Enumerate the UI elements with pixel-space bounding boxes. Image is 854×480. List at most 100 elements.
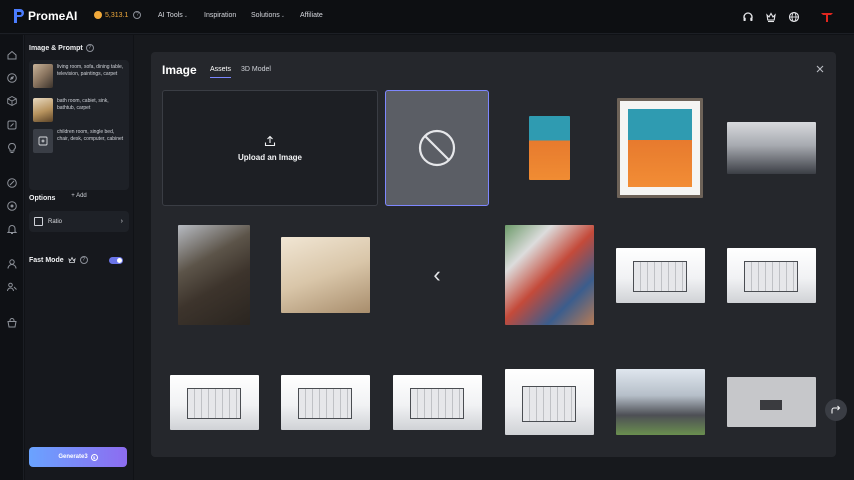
- modal-title: Image: [162, 63, 197, 77]
- prompt-item-bath-room[interactable]: bath room, cabiet, sink, bathtub, carpet: [33, 98, 127, 126]
- cube-icon[interactable]: [6, 95, 18, 107]
- asset-thumbnail: [615, 247, 705, 303]
- left-icon-rail: [0, 35, 24, 480]
- prompt-item-living-room[interactable]: living room, sofa, dining table, televis…: [33, 64, 127, 92]
- palette-icon[interactable]: [6, 200, 18, 212]
- chevron-down-icon: ⌄: [183, 13, 188, 19]
- asset-image-framed-painting[interactable]: [608, 90, 712, 206]
- asset-thumbnail: [169, 374, 259, 430]
- prompt-thumbnail: [33, 98, 53, 122]
- brand-name: PromeAI: [28, 9, 78, 23]
- asset-image-house-sketch[interactable]: [385, 344, 489, 450]
- asset-image-house-sketch[interactable]: [608, 217, 712, 333]
- coin-icon: $: [90, 453, 98, 461]
- image-prompt-section-title: Image & Prompt ?: [29, 44, 94, 52]
- edit-icon[interactable]: [6, 119, 18, 131]
- upload-image-button[interactable]: Upload an Image: [162, 90, 378, 206]
- bulb-icon[interactable]: [6, 142, 18, 154]
- top-navigation-bar: PromeAI 5,313.1 ? AI Tools⌄ Inspiration …: [0, 0, 854, 34]
- crown-icon[interactable]: [765, 11, 777, 23]
- shop-icon[interactable]: [6, 317, 18, 329]
- asset-image-building-collage[interactable]: [497, 217, 601, 333]
- add-image-thumbnail[interactable]: [33, 129, 53, 153]
- prompt-text: bath room, cabiet, sink, bathtub, carpet: [57, 98, 109, 111]
- asset-image-house-sketch[interactable]: [273, 344, 377, 450]
- help-icon[interactable]: ?: [85, 44, 94, 52]
- prompt-text: children room, single bed, chair, desk, …: [57, 129, 124, 142]
- asset-image-house-render[interactable]: [608, 344, 712, 450]
- asset-image-gray-model[interactable]: [719, 344, 823, 450]
- nav-solutions[interactable]: Solutions⌄: [251, 12, 285, 19]
- user-avatar-icon[interactable]: [820, 11, 834, 23]
- asset-thumbnail: [528, 116, 570, 180]
- nav-inspiration-label: Inspiration: [204, 12, 237, 19]
- compass-icon[interactable]: [6, 177, 18, 189]
- upload-icon: [264, 135, 276, 146]
- asset-thumbnail: [615, 369, 705, 435]
- bell-icon[interactable]: [6, 223, 18, 235]
- upload-label: Upload an Image: [237, 152, 302, 162]
- share-button[interactable]: [825, 399, 847, 421]
- tab-assets[interactable]: Assets: [210, 66, 232, 78]
- generate-label: Generate3: [58, 454, 88, 460]
- tab-3d-model[interactable]: 3D Model: [241, 66, 271, 73]
- asset-image-building-lineart[interactable]: [497, 344, 601, 450]
- asset-thumbnail: [280, 374, 370, 430]
- chevron-right-icon: ›: [120, 218, 123, 225]
- generate-button[interactable]: Generate3 $: [29, 447, 127, 467]
- asset-thumbnail: [504, 225, 594, 325]
- prompt-item-children-room[interactable]: children room, single bed, chair, desk, …: [33, 129, 127, 157]
- asset-image-dark-living-room[interactable]: [162, 217, 266, 333]
- nav-inspiration[interactable]: Inspiration: [204, 12, 236, 19]
- nav-ai-tools-label: AI Tools: [158, 12, 183, 19]
- help-icon[interactable]: ?: [79, 256, 88, 264]
- asset-thumbnail: [726, 122, 816, 174]
- generation-sidebar: Image & Prompt ? living room, sofa, dini…: [25, 35, 133, 480]
- share-icon: [831, 405, 841, 414]
- asset-image-house-sketch[interactable]: [162, 344, 266, 450]
- crown-icon: [68, 256, 76, 263]
- no-image-icon: [418, 129, 456, 167]
- chevron-left-icon: ‹: [433, 262, 441, 287]
- asset-thumbnail: [726, 247, 816, 303]
- asset-thumbnail: [726, 377, 816, 427]
- nav-ai-tools[interactable]: AI Tools⌄: [158, 12, 188, 19]
- no-image-option[interactable]: [385, 90, 489, 206]
- home-icon[interactable]: [6, 49, 18, 61]
- nav-solutions-label: Solutions: [251, 12, 280, 19]
- prompt-list: living room, sofa, dining table, televis…: [29, 60, 129, 199]
- image-add-icon: [38, 136, 48, 146]
- asset-image-living-room[interactable]: [719, 90, 823, 206]
- asset-image-fashion-painting[interactable]: [497, 90, 601, 206]
- credits-help-icon[interactable]: ?: [133, 11, 142, 19]
- team-icon[interactable]: [6, 281, 18, 293]
- prompt-thumbnail: [33, 64, 53, 88]
- user-icon[interactable]: [6, 258, 18, 270]
- coin-icon: [94, 11, 102, 19]
- headset-icon[interactable]: [742, 11, 754, 23]
- globe-icon[interactable]: [788, 11, 800, 23]
- prompt-text: living room, sofa, dining table, televis…: [57, 64, 124, 77]
- scroll-left-button[interactable]: ‹: [385, 217, 489, 333]
- nav-affiliate[interactable]: Affiliate: [300, 12, 323, 19]
- asset-thumbnail: [280, 237, 370, 313]
- asset-image-house-sketch[interactable]: [719, 217, 823, 333]
- assets-grid: Upload an Image ‹: [162, 90, 825, 450]
- brand-logo[interactable]: PromeAI: [12, 8, 77, 24]
- explore-icon[interactable]: [6, 72, 18, 84]
- fast-mode-toggle[interactable]: [109, 257, 123, 264]
- ratio-label: Ratio: [48, 218, 63, 225]
- aspect-ratio-icon: [34, 217, 43, 226]
- close-icon[interactable]: [815, 64, 825, 74]
- credits-balance[interactable]: 5,313.1 ?: [94, 11, 142, 19]
- asset-thumbnail: [392, 374, 482, 430]
- asset-image-beige-living-room[interactable]: [273, 217, 377, 333]
- image-picker-modal: Image Assets 3D Model Upload an Image ‹: [151, 52, 836, 457]
- promeai-logo-icon: [14, 9, 24, 23]
- options-section-title: Options: [29, 195, 56, 202]
- fast-mode-label: Fast Mode: [29, 256, 64, 264]
- nav-affiliate-label: Affiliate: [300, 12, 323, 19]
- asset-thumbnail: [178, 225, 250, 325]
- ratio-option[interactable]: Ratio ›: [29, 211, 129, 232]
- image-prompt-title: Image & Prompt: [29, 44, 83, 52]
